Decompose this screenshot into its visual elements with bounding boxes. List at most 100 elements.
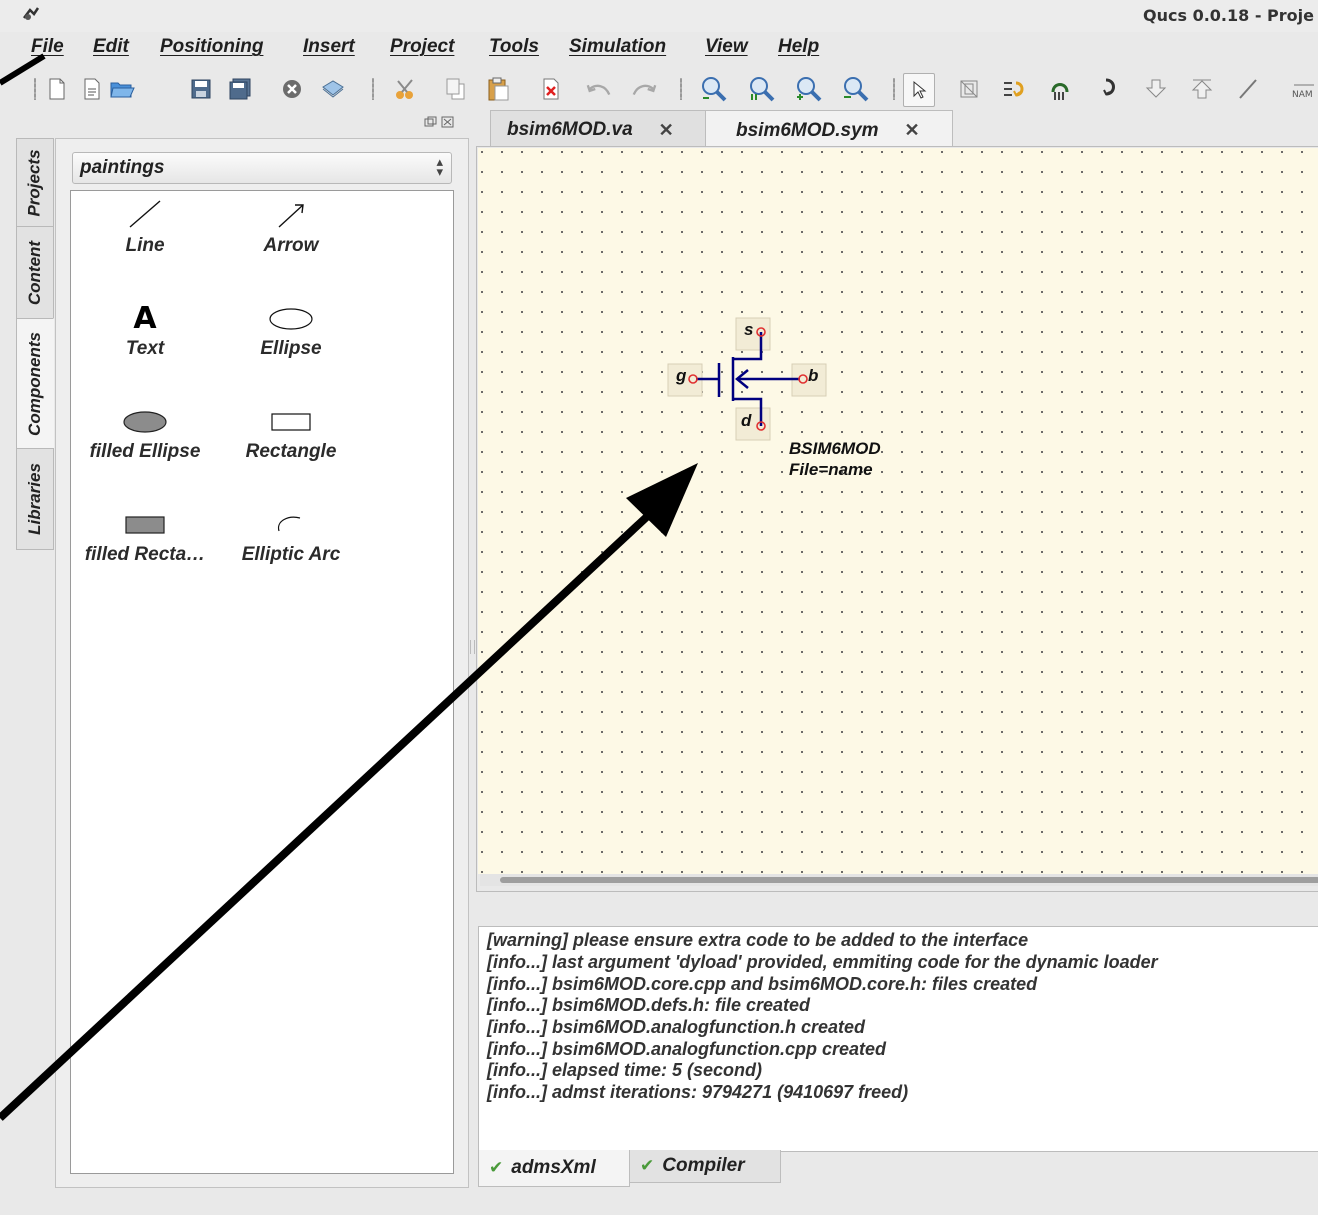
toolbar-handle[interactable] bbox=[34, 78, 36, 100]
updown-arrow-icon: ▴ ▾ bbox=[436, 154, 443, 179]
component-name-label: BSIM6MOD bbox=[789, 439, 881, 458]
component-line[interactable]: Line bbox=[75, 193, 215, 283]
close-icon[interactable] bbox=[278, 74, 306, 104]
log-line: [info...] admst iterations: 9794271 (941… bbox=[487, 1082, 909, 1102]
toolbar-separator bbox=[372, 78, 374, 100]
component-ellipse[interactable]: Ellipse bbox=[221, 296, 361, 386]
menu-file[interactable]: File bbox=[31, 36, 64, 58]
menu-bar: File Edit Positioning Insert Project Too… bbox=[0, 34, 1318, 60]
close-dock-icon[interactable] bbox=[441, 116, 455, 128]
component-filled-rectangle-label: filled Recta… bbox=[84, 544, 206, 565]
wire-icon[interactable] bbox=[1234, 74, 1262, 104]
tab-projects[interactable]: Projects bbox=[16, 138, 54, 228]
component-arrow[interactable]: Arrow bbox=[221, 193, 361, 283]
menu-edit[interactable]: Edit bbox=[93, 36, 129, 58]
ellipse-icon bbox=[269, 308, 313, 330]
component-ellipse-label: Ellipse bbox=[260, 338, 322, 359]
component-property-label: File=name bbox=[789, 460, 873, 479]
menu-positioning[interactable]: Positioning bbox=[160, 36, 263, 58]
horizontal-scrollbar[interactable] bbox=[480, 874, 1318, 886]
tab-content[interactable]: Content bbox=[16, 226, 54, 320]
port-label-b: b bbox=[808, 366, 819, 385]
undo-icon[interactable] bbox=[585, 74, 613, 104]
rectangle-icon bbox=[271, 413, 311, 431]
status-bar bbox=[0, 1198, 1318, 1215]
go-into-icon[interactable] bbox=[1142, 74, 1170, 104]
menu-simulation[interactable]: Simulation bbox=[569, 36, 666, 58]
component-rectangle-label: Rectangle bbox=[245, 441, 337, 462]
scrollbar-thumb[interactable] bbox=[500, 877, 1318, 883]
component-filled-ellipse-label: filled Ellipse bbox=[89, 441, 201, 462]
zoom-in-icon[interactable] bbox=[795, 74, 823, 104]
tab-bsim6mod-va[interactable]: bsim6MOD.va ✕ bbox=[490, 110, 706, 149]
menu-insert[interactable]: Insert bbox=[303, 36, 355, 58]
log-line: [info...] elapsed time: 5 (second) bbox=[487, 1060, 763, 1080]
zoom-1to1-icon[interactable] bbox=[748, 74, 776, 104]
mirror-y-icon[interactable] bbox=[1094, 74, 1122, 104]
tab-admsxml[interactable]: ✔ admsXml bbox=[478, 1150, 630, 1187]
category-select-value: paintings bbox=[80, 157, 165, 178]
component-filled-rectangle[interactable]: filled Recta… bbox=[75, 502, 215, 592]
cut-icon[interactable] bbox=[392, 74, 420, 104]
new-file-icon[interactable] bbox=[43, 74, 71, 104]
qucs-window: Qucs 0.0.18 - Proje File Edit Positionin… bbox=[0, 0, 1318, 1215]
tab-bsim6mod-sym[interactable]: bsim6MOD.sym ✕ bbox=[705, 110, 953, 150]
zoom-out-icon[interactable] bbox=[842, 74, 870, 104]
tab-libraries[interactable]: Libraries bbox=[16, 448, 54, 550]
toolbar-separator bbox=[893, 78, 895, 100]
filled-rectangle-icon bbox=[125, 516, 165, 534]
component-arrow-label: Arrow bbox=[263, 235, 319, 256]
menu-project[interactable]: Project bbox=[390, 36, 454, 58]
tab-components-label: Components bbox=[25, 332, 45, 436]
tab-components[interactable]: Components bbox=[16, 318, 54, 450]
port-label-d: d bbox=[741, 411, 752, 430]
component-elliptic-arc[interactable]: Elliptic Arc bbox=[221, 502, 361, 592]
paste-icon[interactable] bbox=[484, 74, 512, 104]
new-text-icon[interactable] bbox=[78, 74, 106, 104]
sidebar-tabs: Projects Content Components Libraries bbox=[16, 138, 54, 550]
message-log[interactable]: [warning] please ensure extra code to be… bbox=[478, 926, 1318, 1152]
rotate-icon[interactable] bbox=[1000, 74, 1028, 104]
arrow-icon bbox=[278, 204, 304, 228]
title-bar: Qucs 0.0.18 - Proje bbox=[0, 0, 1318, 32]
copy-icon[interactable] bbox=[442, 74, 470, 104]
save-all-icon[interactable] bbox=[226, 74, 254, 104]
tab-bsim6mod-va-label: bsim6MOD.va bbox=[507, 119, 633, 140]
label-icon[interactable]: NAM bbox=[1290, 74, 1318, 104]
close-tab-icon[interactable]: ✕ bbox=[659, 120, 674, 141]
zoom-fit-icon[interactable] bbox=[700, 74, 728, 104]
dock-title-buttons bbox=[424, 116, 464, 132]
filled-ellipse-icon bbox=[123, 411, 167, 433]
open-folder-icon[interactable] bbox=[108, 74, 136, 104]
close-tab-icon[interactable]: ✕ bbox=[905, 120, 920, 141]
component-line-label: Line bbox=[125, 235, 165, 256]
delete-icon[interactable] bbox=[538, 74, 566, 104]
component-rectangle[interactable]: Rectangle bbox=[221, 399, 361, 489]
main-toolbar: NAM bbox=[0, 70, 1318, 110]
log-line: [warning] please ensure extra code to be… bbox=[487, 930, 1029, 950]
port-label-s: s bbox=[744, 320, 754, 339]
print-icon[interactable] bbox=[318, 74, 346, 104]
tab-content-label: Content bbox=[25, 240, 44, 306]
deactivate-icon[interactable] bbox=[955, 74, 983, 104]
category-select[interactable]: paintings ▴ ▾ bbox=[72, 152, 452, 184]
save-icon[interactable] bbox=[187, 74, 215, 104]
pop-out-icon[interactable] bbox=[1188, 74, 1216, 104]
menu-tools[interactable]: Tools bbox=[489, 36, 539, 58]
tab-bsim6mod-sym-label: bsim6MOD.sym bbox=[736, 119, 879, 141]
select-icon[interactable] bbox=[903, 73, 935, 107]
component-elliptic-arc-label: Elliptic Arc bbox=[241, 544, 341, 565]
float-dock-icon[interactable] bbox=[424, 116, 438, 128]
text-icon: A bbox=[133, 300, 157, 336]
menu-view[interactable]: View bbox=[705, 36, 748, 58]
mirror-x-icon[interactable] bbox=[1047, 74, 1075, 104]
component-filled-ellipse[interactable]: filled Ellipse bbox=[75, 399, 215, 489]
menu-help[interactable]: Help bbox=[778, 36, 819, 58]
redo-icon[interactable] bbox=[630, 74, 658, 104]
qucs-app-icon[interactable] bbox=[22, 6, 40, 22]
component-text[interactable]: A Text bbox=[75, 296, 215, 386]
tab-projects-label: Projects bbox=[25, 149, 44, 217]
tab-compiler[interactable]: ✔ Compiler bbox=[629, 1150, 781, 1183]
schematic-canvas[interactable] bbox=[478, 148, 1318, 874]
splitter-handle[interactable] bbox=[470, 640, 475, 654]
